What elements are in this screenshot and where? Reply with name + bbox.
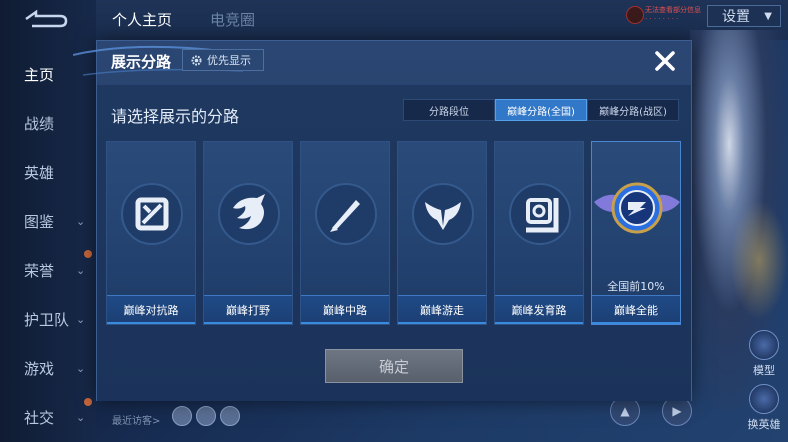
sidebar-item-record[interactable]: 战绩	[0, 103, 96, 143]
dialog-body: 请选择展示的分路 分路段位 巅峰分路(全国) 巅峰分路(战区) 巅峰对抗路 巅峰…	[97, 85, 691, 401]
jungle-icon	[218, 183, 280, 245]
tab-label: 分路段位	[429, 106, 469, 118]
tab-profile[interactable]: 个人主页	[112, 9, 172, 30]
dialog-title: 展示分路	[111, 53, 172, 71]
chevron-down-icon: ⌄	[76, 361, 86, 375]
sidebar-item-label: 社交	[24, 408, 55, 427]
sidebar-item-games[interactable]: 游戏 ⌄	[0, 348, 96, 388]
notice-text: 无法查看部分信息	[645, 6, 701, 14]
lane-card-roam[interactable]: 巅峰游走	[397, 141, 487, 325]
confirm-label: 确定	[378, 357, 409, 376]
lane-name-text: 巅峰发育路	[511, 304, 567, 317]
tab-peak-lane-national[interactable]: 巅峰分路(全国)	[495, 99, 587, 121]
chevron-down-icon: ▼	[764, 10, 772, 22]
sidebar-item-guard[interactable]: 护卫队 ⌄	[0, 299, 96, 339]
model-label: 模型	[753, 364, 775, 377]
sidebar-item-label: 荣誉	[24, 261, 55, 280]
visitor-avatar[interactable]	[196, 406, 216, 426]
sidebar-item-heroes[interactable]: 英雄	[0, 152, 96, 192]
lane-card-name: 巅峰游走	[398, 295, 486, 324]
visitor-avatar[interactable]	[172, 406, 192, 426]
sidebar-item-label: 游戏	[24, 359, 55, 378]
sidebar-item-social[interactable]: 社交 ⌄	[0, 397, 96, 437]
lane-card-name: 巅峰中路	[301, 295, 389, 324]
lane-card-name: 巅峰打野	[204, 295, 292, 324]
sidebar-item-label: 护卫队	[24, 310, 70, 329]
model-icon	[749, 330, 779, 360]
lane-scope-tabs: 分路段位 巅峰分路(全国) 巅峰分路(战区)	[403, 99, 679, 121]
sidebar-item-label: 图鉴	[24, 212, 55, 231]
sidebar-item-label: 战绩	[24, 114, 55, 133]
lane-card-jungle[interactable]: 巅峰打野	[203, 141, 293, 325]
sidebar-item-label: 主页	[24, 65, 55, 84]
model-button[interactable]: 模型	[744, 330, 784, 378]
tab-label: 巅峰分路(全国)	[507, 106, 575, 118]
lane-name-text: 巅峰对抗路	[123, 304, 179, 317]
switch-hero-button[interactable]: 换英雄	[744, 384, 784, 432]
show-lane-dialog: 展示分路 优先显示 请选择展示的分路 分路段位 巅峰分路(全国) 巅峰分路(战区…	[73, 40, 692, 401]
sidebar-item-label: 英雄	[24, 163, 55, 182]
settings-button[interactable]: 设置 ▼	[707, 5, 781, 27]
farm-lane-icon	[509, 183, 571, 245]
tab-lane-rank[interactable]: 分路段位	[403, 99, 495, 121]
lane-card-all-round[interactable]: 全国前10% 巅峰全能	[591, 141, 681, 325]
gear-icon	[191, 54, 202, 66]
lane-card-name: 巅峰对抗路	[107, 295, 195, 324]
sidebar-item-codex[interactable]: 图鉴 ⌄	[0, 201, 96, 241]
choose-lane-prompt: 请选择展示的分路	[111, 107, 240, 126]
avatar	[626, 6, 644, 24]
notification-dot	[84, 250, 92, 258]
lane-card-name: 巅峰发育路	[495, 295, 583, 324]
mid-lane-icon	[315, 183, 377, 245]
chevron-down-icon: ⌄	[76, 312, 86, 326]
lane-card-clash[interactable]: 巅峰对抗路	[106, 141, 196, 325]
chevron-down-icon: ⌄	[76, 410, 86, 424]
clash-lane-icon	[121, 183, 183, 245]
rank-percentile: 全国前10%	[607, 280, 665, 293]
lane-name-text: 巅峰中路	[323, 304, 367, 317]
confirm-button[interactable]: 确定	[325, 349, 463, 383]
sidebar-item-honor[interactable]: 荣誉 ⌄	[0, 250, 96, 290]
chevron-down-icon: ⌄	[76, 214, 86, 228]
settings-label: 设置	[722, 9, 750, 25]
switch-hero-icon	[749, 384, 779, 414]
lane-card-farm[interactable]: 巅峰发育路	[494, 141, 584, 325]
notice-text-secondary: · · · · · · · ·	[645, 15, 679, 23]
priority-display-label: 优先显示	[207, 54, 251, 67]
sidebar: 主页 战绩 英雄 图鉴 ⌄ 荣誉 ⌄ 护卫队 ⌄ 游戏 ⌄ 社交 ⌄	[0, 0, 96, 442]
lane-name-text: 巅峰打野	[226, 304, 270, 317]
lane-card-mid[interactable]: 巅峰中路	[300, 141, 390, 325]
switch-hero-label: 换英雄	[747, 418, 781, 431]
chevron-down-icon: ⌄	[76, 263, 86, 277]
sidebar-item-home[interactable]: 主页	[0, 54, 96, 94]
all-round-icon	[594, 182, 680, 234]
hero-glow	[730, 200, 788, 320]
back-icon[interactable]	[22, 8, 68, 30]
recent-visitors-link[interactable]: 最近访客>	[112, 412, 160, 427]
lane-name-text: 巅峰游走	[420, 304, 464, 317]
close-button[interactable]	[650, 46, 680, 76]
lane-name-text: 巅峰全能	[614, 304, 658, 317]
tab-label: 巅峰分路(战区)	[599, 106, 667, 118]
visitor-avatar[interactable]	[220, 406, 240, 426]
lane-card-name: 巅峰全能	[592, 295, 680, 324]
roam-icon	[412, 183, 474, 245]
priority-display-button[interactable]: 优先显示	[182, 49, 264, 71]
tab-esports[interactable]: 电竞圈	[210, 9, 255, 30]
tab-peak-lane-region[interactable]: 巅峰分路(战区)	[587, 99, 679, 121]
privacy-notice: 无法查看部分信息 · · · · · · · ·	[645, 6, 701, 24]
close-icon	[655, 51, 675, 71]
